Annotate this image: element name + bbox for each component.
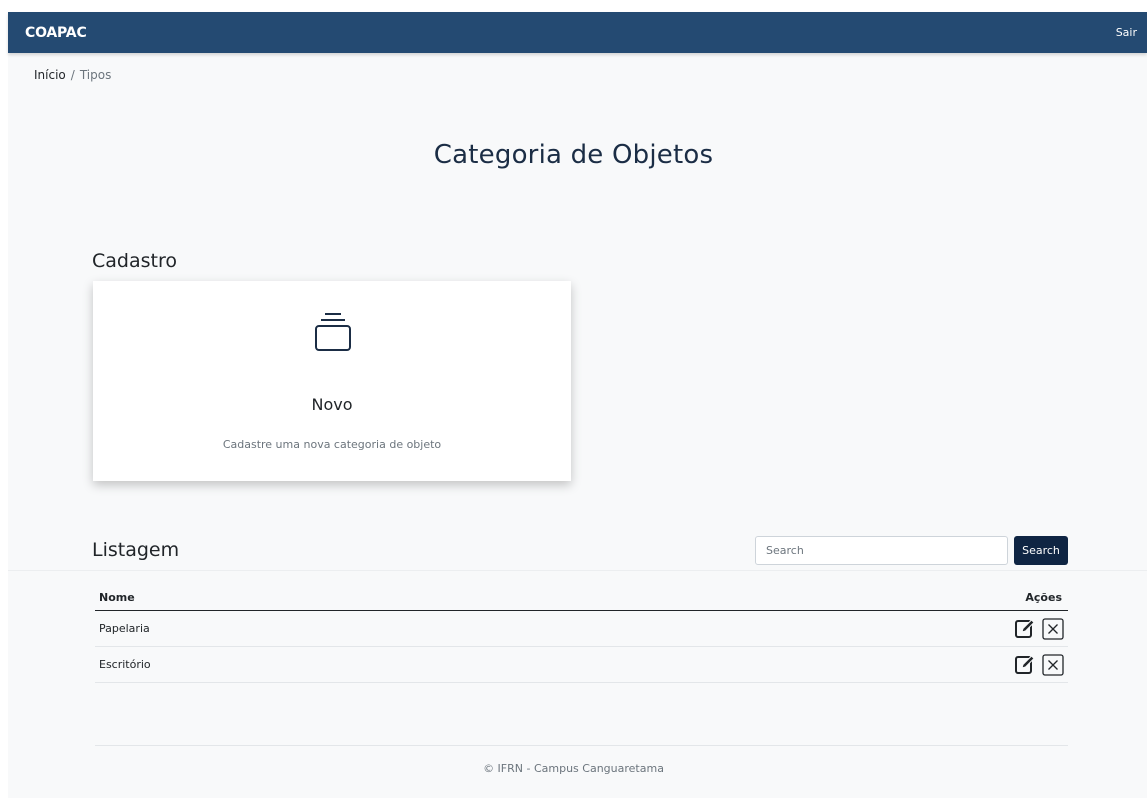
divider bbox=[8, 570, 1147, 571]
row-name: Escritório bbox=[99, 658, 151, 671]
register-section-title: Cadastro bbox=[92, 250, 177, 272]
delete-icon[interactable] bbox=[1042, 617, 1064, 640]
categories-table: Nome Ações Papelaria Escritório bbox=[95, 585, 1068, 683]
table-header: Nome Ações bbox=[95, 585, 1068, 611]
breadcrumb: Início / Tipos bbox=[34, 68, 111, 82]
new-category-card[interactable]: Novo Cadastre uma nova categoria de obje… bbox=[93, 281, 571, 481]
edit-icon[interactable] bbox=[1014, 618, 1036, 640]
card-description: Cadastre uma nova categoria de objeto bbox=[222, 438, 442, 451]
navbar: COAPAC Sair bbox=[8, 12, 1147, 53]
column-header-nome: Nome bbox=[99, 591, 135, 604]
table-row: Escritório bbox=[95, 647, 1068, 683]
breadcrumb-home[interactable]: Início bbox=[34, 68, 66, 82]
footer-copyright: © IFRN - Campus Canguaretama bbox=[483, 762, 664, 775]
footer-divider bbox=[95, 745, 1068, 746]
listing-section-title: Listagem bbox=[92, 539, 180, 561]
page-title: Categoria de Objetos bbox=[433, 140, 714, 170]
column-header-acoes: Ações bbox=[1025, 591, 1062, 604]
breadcrumb-current: Tipos bbox=[79, 68, 112, 82]
logout-link[interactable]: Sair bbox=[1116, 26, 1137, 39]
row-actions bbox=[1014, 653, 1064, 676]
breadcrumb-separator: / bbox=[70, 68, 75, 82]
edit-icon[interactable] bbox=[1014, 654, 1036, 676]
delete-icon[interactable] bbox=[1042, 653, 1064, 676]
collection-icon bbox=[309, 311, 357, 355]
search-input[interactable] bbox=[755, 536, 1008, 565]
card-title: Novo bbox=[311, 395, 353, 414]
brand-logo[interactable]: COAPAC bbox=[25, 25, 87, 41]
row-actions bbox=[1014, 617, 1064, 640]
search-button[interactable]: Search bbox=[1014, 536, 1068, 565]
row-name: Papelaria bbox=[99, 622, 150, 635]
table-row: Papelaria bbox=[95, 611, 1068, 647]
